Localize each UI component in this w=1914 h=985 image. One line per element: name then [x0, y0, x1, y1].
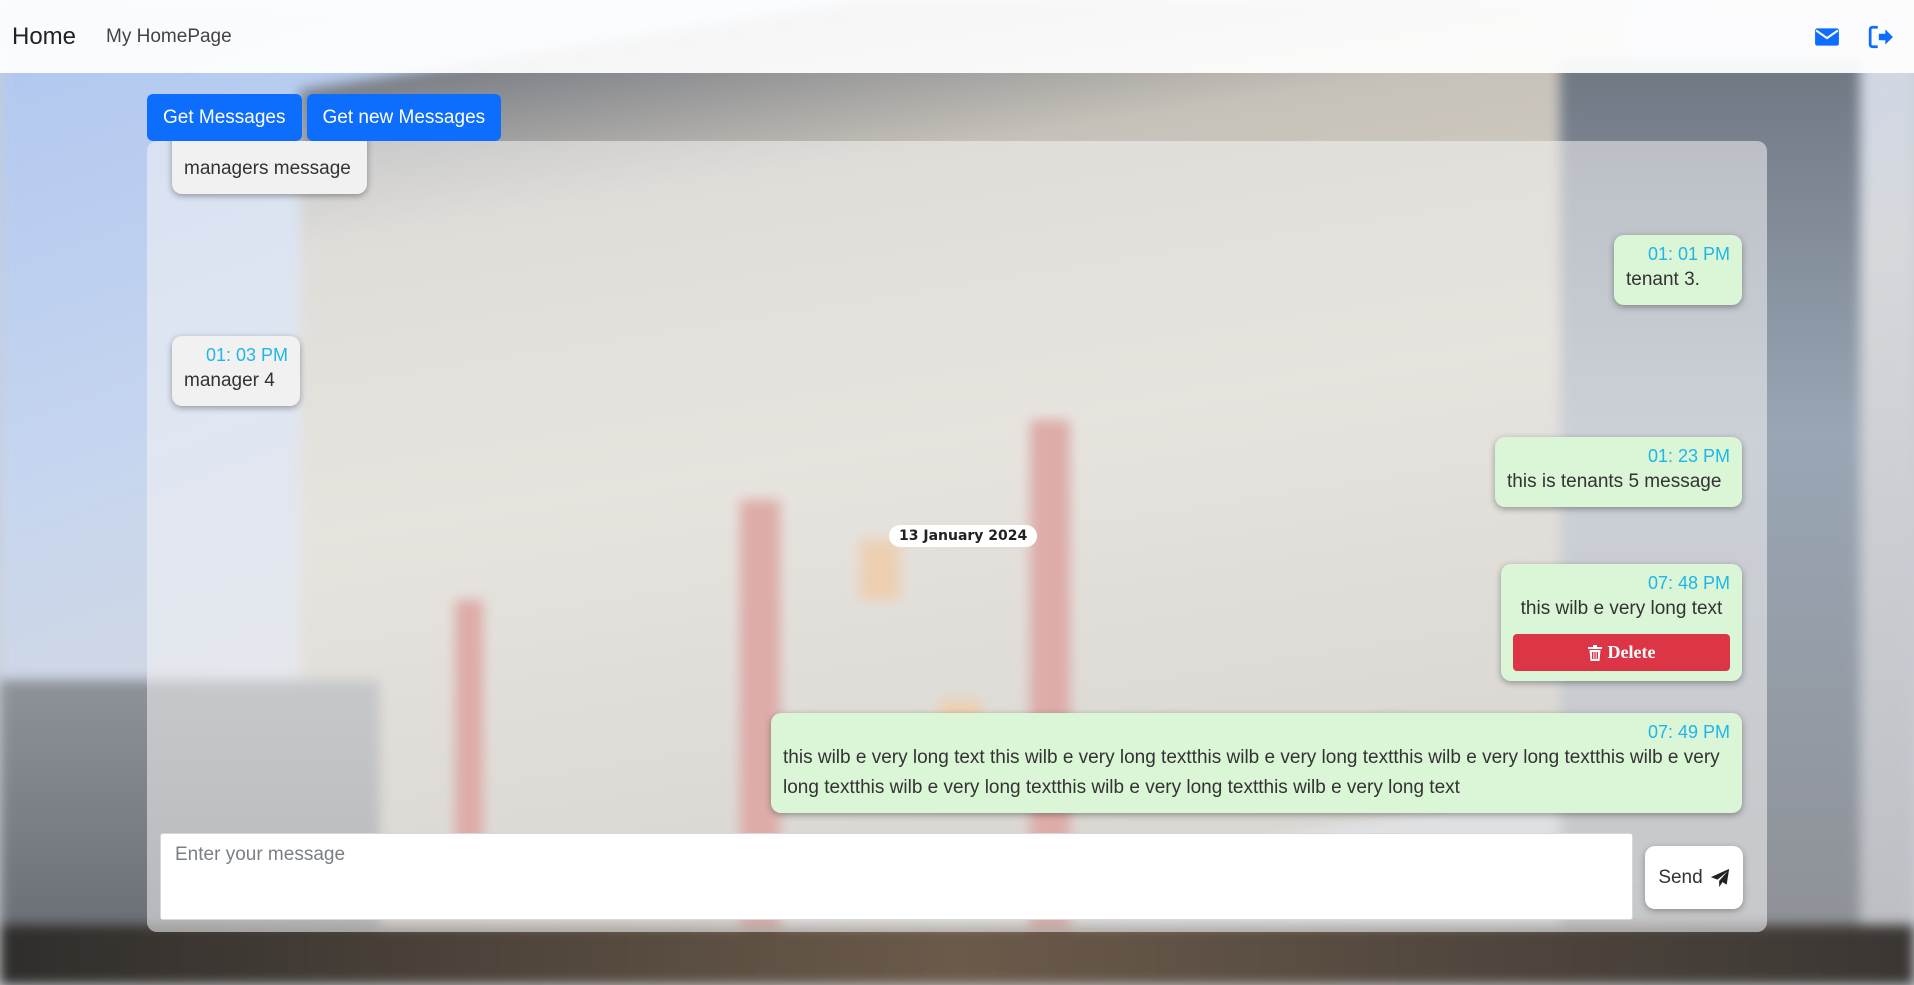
date-separator: 13 January 2024	[889, 525, 1038, 547]
message-input[interactable]	[160, 833, 1633, 920]
message-text: this wilb e very long text	[1520, 598, 1723, 619]
navbar-actions	[1814, 24, 1902, 50]
message-bubble: 01: 03 PM manager 4	[172, 336, 300, 406]
envelope-icon[interactable]	[1814, 24, 1840, 50]
chat-panel[interactable]: managers message 01: 01 PM tenant 3. 01:…	[147, 141, 1767, 932]
message-time: 01: 03 PM	[205, 345, 288, 365]
get-new-messages-button[interactable]: Get new Messages	[306, 94, 502, 141]
message-time: 01: 01 PM	[1647, 244, 1730, 264]
message-text: managers message	[184, 158, 351, 179]
navbar: Home My HomePage	[0, 0, 1914, 73]
message-bubble: 01: 01 PM tenant 3.	[1614, 235, 1742, 305]
message-bubble: 01: 23 PM this is tenants 5 message	[1495, 437, 1742, 507]
send-label: Send	[1658, 866, 1703, 888]
message-text: this is tenants 5 message	[1507, 471, 1722, 492]
message-bubble: 07: 48 PM this wilb e very long text Del…	[1501, 564, 1742, 681]
message-time: 07: 48 PM	[1647, 573, 1730, 593]
message-text: tenant 3.	[1626, 269, 1700, 290]
trash-icon	[1587, 644, 1602, 661]
delete-message-button[interactable]: Delete	[1513, 634, 1730, 671]
home-link[interactable]: Home	[12, 23, 76, 51]
sign-out-icon[interactable]	[1868, 24, 1894, 50]
message-time: 01: 23 PM	[1647, 446, 1730, 466]
delete-label: Delete	[1607, 642, 1656, 662]
get-messages-button[interactable]: Get Messages	[147, 94, 302, 141]
send-button[interactable]: Send	[1645, 846, 1743, 909]
message-actions: Get Messages Get new Messages	[147, 94, 502, 141]
message-time: 07: 49 PM	[1647, 722, 1730, 742]
message-text: this wilb e very long text this wilb e v…	[783, 747, 1720, 798]
message-bubble: 07: 49 PM this wilb e very long text thi…	[771, 713, 1742, 813]
message-text: manager 4	[184, 370, 275, 391]
my-homepage-link[interactable]: My HomePage	[106, 26, 232, 48]
paper-plane-icon	[1710, 868, 1730, 888]
message-bubble: managers message	[172, 141, 367, 194]
